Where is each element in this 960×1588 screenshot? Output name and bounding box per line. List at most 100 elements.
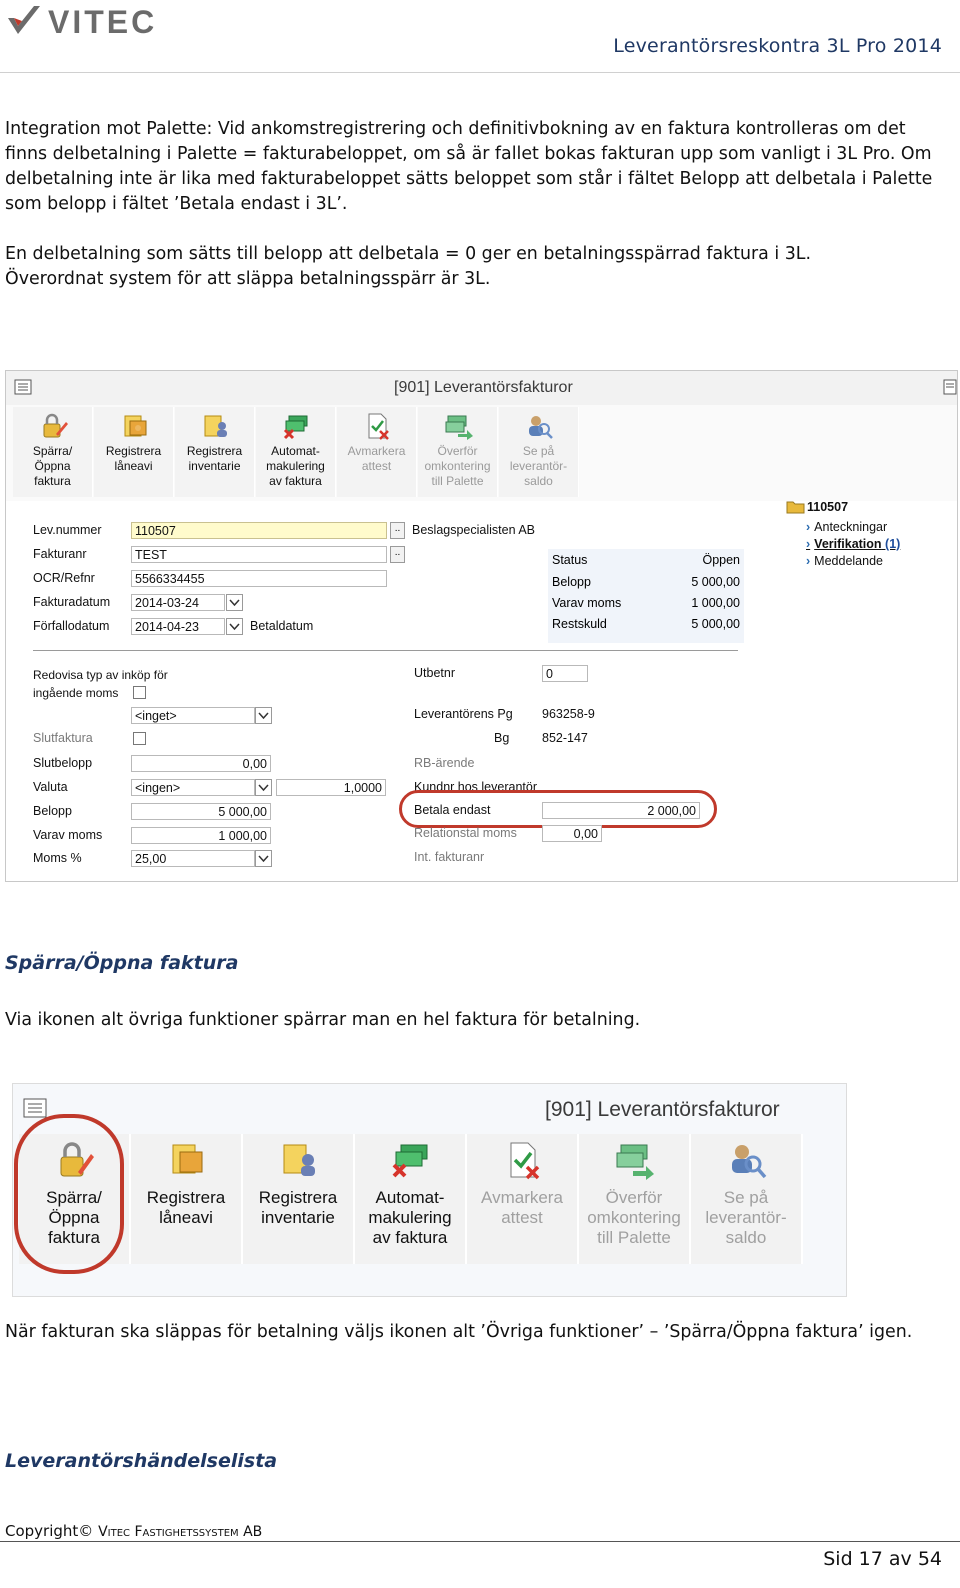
side-link-label: Anteckningar [814,520,888,534]
auto-cancel-invoice-button[interactable]: Automat- makulering av faktura [355,1134,467,1264]
relationstal-label: Relationstal moms [414,826,517,840]
fakturanr-input[interactable]: TEST [131,546,387,563]
varav-moms-input[interactable]: 1 000,00 [131,827,271,844]
transfer-to-palette-button[interactable]: Överför omkontering till Palette [418,407,498,497]
view-supplier-balance-button[interactable]: Se på leverantör- saldo [691,1134,803,1264]
window-menu-icon[interactable] [943,379,957,400]
betaldatum-label: Betaldatum [250,619,314,633]
forfallodatum-input[interactable]: 2014-04-23 [131,618,225,635]
ingaende-moms-checkbox[interactable] [133,686,146,699]
auto-cancel-invoice-button[interactable]: Automat- makulering av faktura [256,407,336,497]
fakturadatum-input[interactable]: 2014-03-24 [131,594,225,611]
varav-moms-label: Varav moms [33,828,103,842]
side-link-count: (1) [885,537,901,551]
window-title: [901] Leverantörsfakturor [545,1098,780,1121]
intro-text-2a: En delbetalning som sätts till belopp at… [5,244,812,264]
money-x-icon [389,1140,431,1180]
valuta-label: Valuta [33,780,68,794]
valuta-dropdown[interactable] [255,779,272,796]
inkop-type-select[interactable]: <inget> [131,707,255,724]
register-loan-notice-button[interactable]: Registrera låneavi [131,1134,243,1264]
fakturanr-label: Fakturanr [33,547,87,561]
unmark-attest-button[interactable]: Avmarkera attest [337,407,417,497]
view-supplier-balance-button[interactable]: Se på leverantör- saldo [499,407,579,497]
folder-icon [786,499,806,520]
valuta-select[interactable]: <ingen> [131,779,255,796]
chevron-right-icon: › [806,520,811,534]
money-arrow-icon [613,1140,655,1180]
transfer-to-palette-button[interactable]: Överför omkontering till Palette [579,1134,691,1264]
money-x-icon [281,412,311,440]
toolbar-label: Avmarkera attest [481,1188,563,1227]
belopp-label: Belopp [33,804,72,818]
relationstal-input[interactable]: 0,00 [542,825,602,842]
supplier-name: Beslagspecialisten AB [412,523,535,537]
gold-doc-icon [165,1140,207,1180]
register-loan-notice-button[interactable]: Registrera låneavi [94,407,174,497]
status-key: Status [552,553,588,567]
register-asset-button[interactable]: Registrera inventarie [175,407,255,497]
intro-paragraph-2: En delbetalning som sätts till belopp at… [5,242,950,292]
page-number: Sid 17 av 54 [823,1548,942,1570]
section-title-handelselista: Leverantörshändelselista [5,1450,278,1472]
copyright-prefix: Copyright© [5,1522,99,1540]
lev-nummer-lookup-button[interactable]: .. [390,522,405,539]
forfallodatum-label: Förfallodatum [33,619,110,633]
slutfaktura-label: Slutfaktura [33,731,93,745]
kurs-input[interactable]: 1,0000 [276,779,386,796]
register-asset-button[interactable]: Registrera inventarie [243,1134,355,1264]
moms-select[interactable]: 25,00 [131,850,255,867]
ocr-input[interactable]: 5566334455 [131,570,387,587]
side-link-anteckningar[interactable]: › Anteckningar [806,520,887,534]
status-key: Varav moms [552,596,622,610]
money-arrow-icon [443,412,473,440]
toolbar-label: Se på leverantör- saldo [509,444,568,488]
vitec-logo: VITEC [4,4,204,40]
status-key: Restskuld [552,617,607,631]
header-divider [0,72,960,73]
status-value: 1 000,00 [691,596,740,610]
doc-check-x-icon [362,412,392,440]
fakturanr-lookup-button[interactable]: .. [390,546,405,563]
lock-invoice-button[interactable]: Spärra/ Öppna faktura [13,407,93,497]
gold-doc-person-icon [200,412,230,440]
chevron-right-icon: › [806,554,811,568]
intro-text-2b: Överordnat system för att släppa betalni… [5,269,491,289]
belopp-input[interactable]: 5 000,00 [131,803,271,820]
toolbar-label: Spärra/ Öppna faktura [32,444,73,488]
bg-value: 852-147 [542,731,588,745]
menu-icon[interactable] [14,379,32,400]
toolbar-label: Registrera låneavi [105,444,162,473]
toolbar-label: Registrera inventarie [186,444,243,473]
toolbar-label: Överför omkontering till Palette [424,444,491,488]
copyright-company: Vitec Fastighetssystem AB [98,1524,263,1540]
unmark-attest-button[interactable]: Avmarkera attest [467,1134,579,1264]
window-title: [901] Leverantörsfakturor [394,379,573,396]
fakturadatum-dropdown[interactable] [226,594,243,611]
toolbar-screenshot: [901] Leverantörsfakturor Spärra/ Öppna … [12,1083,847,1297]
moms-label: Moms % [33,851,82,865]
side-link-verifikation[interactable]: › Verifikation (1) [806,537,900,551]
status-key: Belopp [552,575,591,589]
section-title-sparra: Spärra/Öppna faktura [5,952,239,974]
fakturadatum-label: Fakturadatum [33,595,111,609]
slutbelopp-label: Slutbelopp [33,756,93,770]
lev-nummer-input[interactable]: 110507 [131,522,387,539]
forfallodatum-dropdown[interactable] [226,618,243,635]
gold-doc-icon [119,412,149,440]
slutfaktura-checkbox[interactable] [133,732,146,745]
side-link-meddelande[interactable]: › Meddelande [806,554,883,568]
inkop-type-dropdown[interactable] [255,707,272,724]
ocr-label: OCR/Refnr [33,571,95,585]
footer-copyright: Copyright© Vitec Fastighetssystem AB [5,1522,262,1540]
utbetnr-input[interactable]: 0 [542,665,588,682]
document-title: Leverantörsreskontra 3L Pro 2014 [613,35,942,57]
toolbar-label: Automat- makulering av faktura [266,444,325,488]
toolbar-label: Se på leverantör- saldo [705,1188,787,1247]
section-divider [33,650,738,651]
bg-label: Bg [494,731,510,745]
slutbelopp-input[interactable]: 0,00 [131,755,271,772]
moms-dropdown[interactable] [255,850,272,867]
highlight-circle [399,790,717,828]
toolbar-label: Automat- makulering av faktura [368,1188,452,1247]
